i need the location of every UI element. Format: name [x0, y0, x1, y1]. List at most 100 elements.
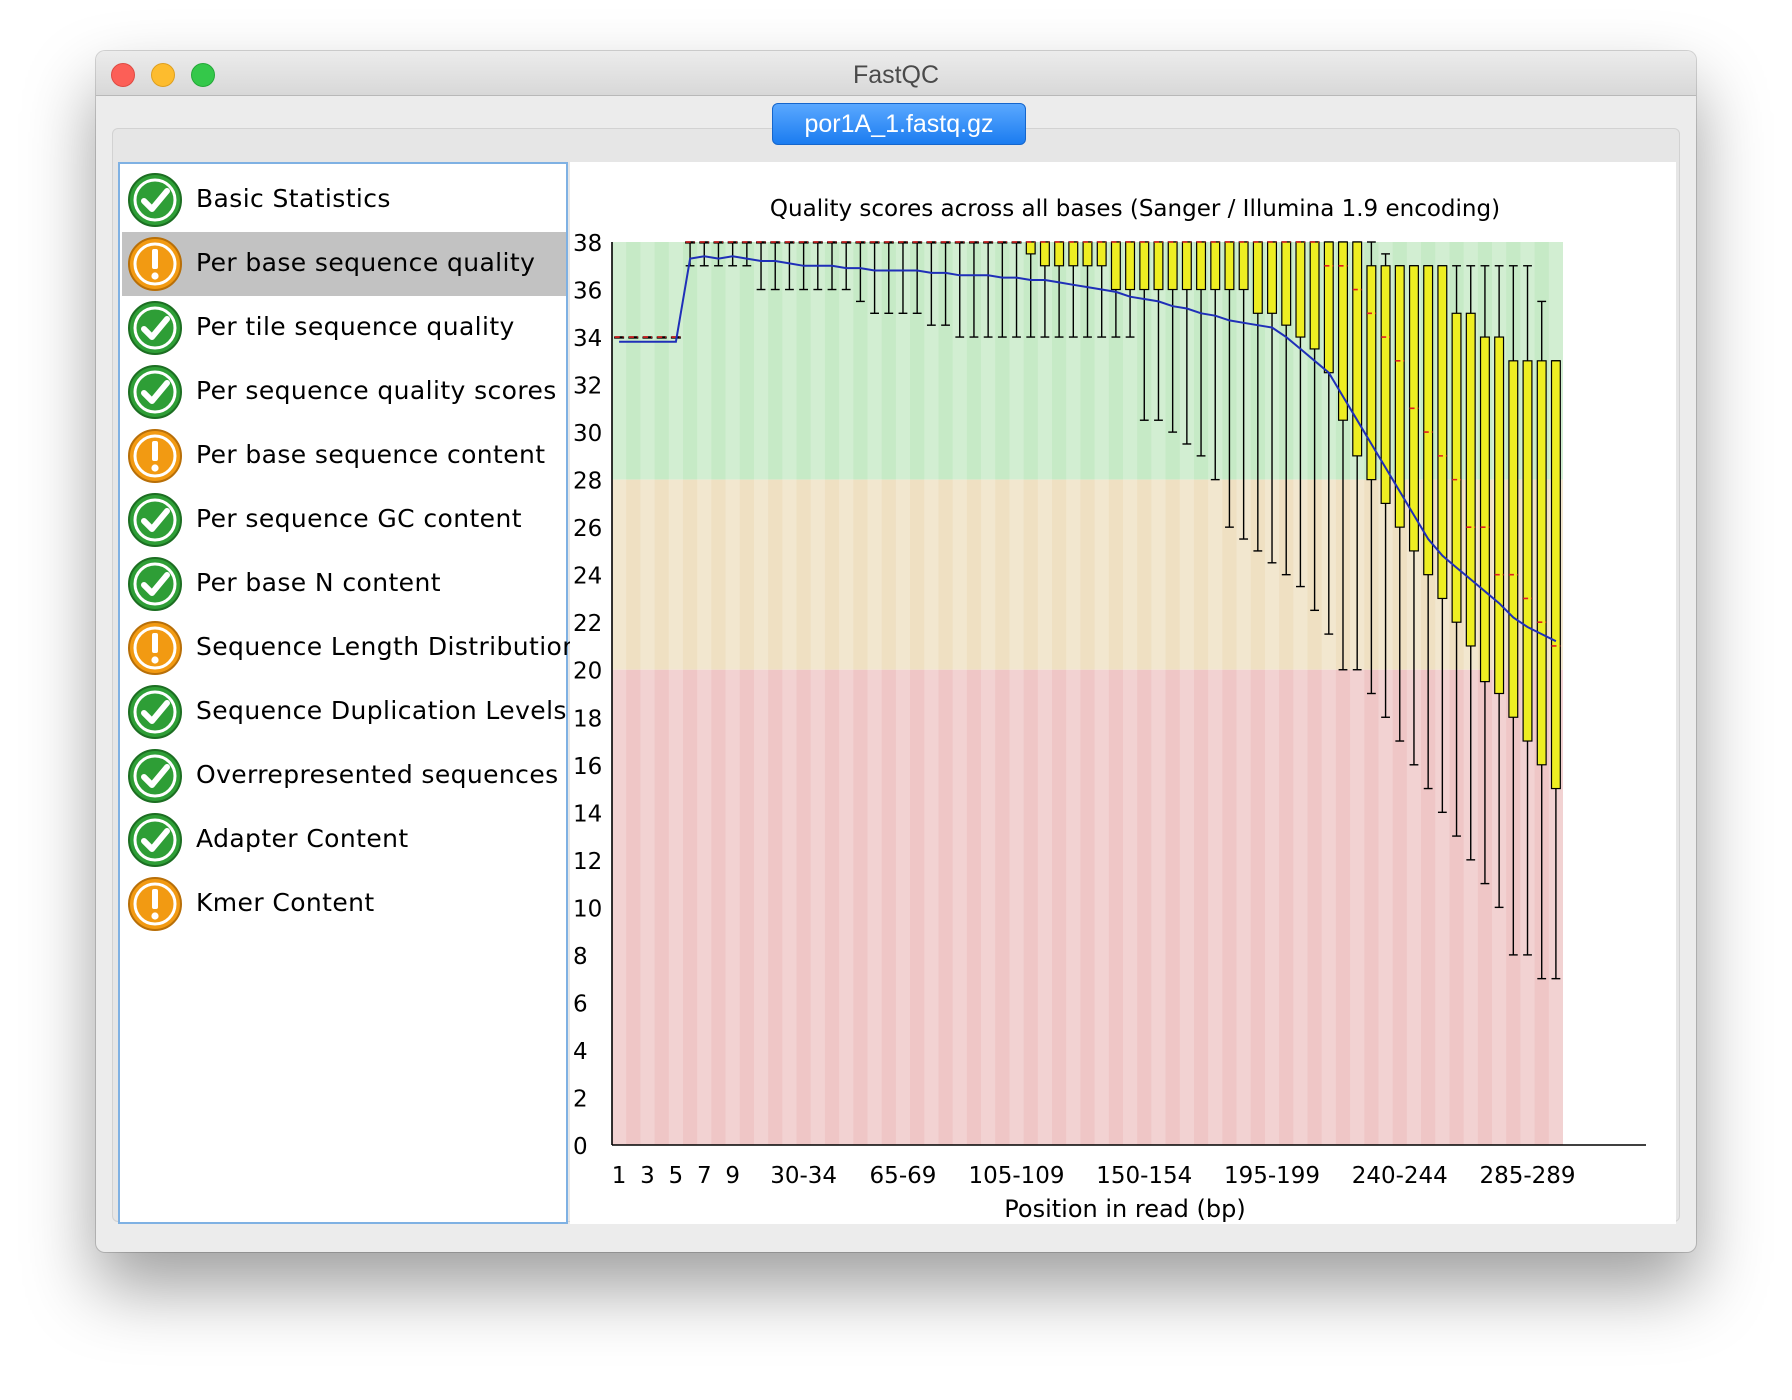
- box: [1550, 360, 1561, 790]
- x-tick-label: 195-199: [1224, 1163, 1320, 1189]
- box: [1423, 265, 1434, 576]
- box: [1309, 241, 1320, 350]
- y-tick-label: 30: [573, 421, 602, 447]
- y-tick-label: 4: [573, 1039, 588, 1065]
- module-item[interactable]: Basic Statistics: [122, 168, 566, 232]
- stripe: [952, 242, 967, 1145]
- module-item[interactable]: Overrepresented sequences: [122, 744, 566, 808]
- pass-check-icon: [127, 684, 183, 740]
- pass-check-icon: [127, 812, 183, 868]
- box: [1267, 241, 1278, 314]
- per-base-quality-chart: Quality scores across all bases (Sanger …: [573, 196, 1646, 1223]
- stripe: [1037, 242, 1053, 1145]
- box: [1295, 241, 1306, 338]
- x-tick-label: 240-244: [1352, 1163, 1448, 1189]
- stripe: [725, 242, 740, 1145]
- box: [1125, 241, 1136, 291]
- module-item[interactable]: Adapter Content: [122, 808, 566, 872]
- box: [1082, 241, 1093, 267]
- pass-check-icon: [127, 492, 183, 548]
- stripe: [895, 242, 911, 1145]
- module-item[interactable]: Per base sequence content: [122, 424, 566, 488]
- file-tab[interactable]: por1A_1.fastq.gz: [772, 103, 1026, 145]
- box: [1054, 241, 1065, 267]
- pass-check-icon: [127, 556, 183, 612]
- stripe: [668, 242, 683, 1145]
- pass-check-icon: [127, 748, 183, 804]
- y-tick-label: 34: [573, 326, 602, 352]
- box: [1181, 241, 1192, 291]
- module-label: Sequence Duplication Levels: [196, 696, 567, 725]
- module-item[interactable]: Per tile sequence quality: [122, 296, 566, 360]
- stripe: [753, 242, 769, 1145]
- box: [1096, 241, 1107, 267]
- stripe: [782, 242, 797, 1145]
- module-label: Per base sequence content: [196, 440, 546, 469]
- box: [1110, 241, 1121, 291]
- y-tick-label: 26: [573, 516, 602, 542]
- warning-icon: [127, 236, 183, 292]
- box: [1494, 336, 1505, 695]
- x-tick-label: 3: [640, 1163, 655, 1189]
- module-label: Adapter Content: [196, 824, 409, 853]
- stripe: [612, 242, 627, 1145]
- window-title: FastQC: [852, 61, 940, 89]
- module-item[interactable]: Sequence Duplication Levels: [122, 680, 566, 744]
- stripe: [924, 242, 939, 1145]
- module-label: Per base sequence quality: [196, 248, 536, 277]
- y-tick-label: 8: [573, 944, 588, 970]
- y-tick-label: 12: [573, 849, 602, 875]
- y-tick-label: 22: [573, 611, 602, 637]
- module-item[interactable]: Per sequence GC content: [122, 488, 566, 552]
- module-item[interactable]: Per base N content: [122, 552, 566, 616]
- box: [1536, 360, 1547, 766]
- stripe: [697, 242, 712, 1145]
- stripe: [1122, 242, 1138, 1145]
- module-item[interactable]: Per sequence quality scores: [122, 360, 566, 424]
- module-item[interactable]: Sequence Length Distribution: [122, 616, 578, 680]
- x-tick-label: 7: [697, 1163, 712, 1189]
- stripe: [981, 242, 996, 1145]
- y-tick-label: 2: [573, 1086, 588, 1112]
- box: [1337, 241, 1348, 421]
- x-tick-label: 30-34: [770, 1163, 837, 1189]
- module-item[interactable]: Per base sequence quality: [122, 232, 566, 296]
- y-tick-label: 14: [573, 801, 602, 827]
- x-tick-label: 5: [669, 1163, 684, 1189]
- module-list[interactable]: Basic Statistics Per base sequence qualit…: [118, 162, 578, 1224]
- box: [1281, 241, 1292, 326]
- chart-title: Quality scores across all bases (Sanger …: [770, 196, 1500, 222]
- pass-check-icon: [127, 364, 183, 420]
- box: [1323, 241, 1334, 374]
- module-item[interactable]: Kmer Content: [122, 872, 566, 936]
- pass-check-icon: [127, 300, 183, 356]
- box: [1210, 241, 1221, 291]
- y-tick-label: 28: [573, 469, 602, 495]
- pass-check-icon: [127, 172, 183, 228]
- box: [1025, 241, 1036, 255]
- stripe: [1009, 242, 1024, 1145]
- y-tick-label: 0: [573, 1134, 588, 1160]
- module-label: Per tile sequence quality: [196, 312, 515, 341]
- quality-graph-panel: Quality scores across all bases (Sanger …: [570, 162, 1676, 1224]
- module-label: Per base N content: [196, 568, 441, 597]
- stripe: [839, 242, 854, 1145]
- warning-icon: [127, 428, 183, 484]
- y-tick-label: 38: [573, 231, 602, 257]
- box: [1451, 312, 1462, 623]
- box: [1139, 241, 1150, 291]
- x-tick-label: 9: [725, 1163, 740, 1189]
- box: [1153, 241, 1164, 291]
- y-tick-label: 20: [573, 659, 602, 685]
- y-tick-label: 6: [573, 991, 588, 1017]
- box: [1465, 312, 1476, 647]
- box: [1437, 265, 1448, 600]
- title-bar[interactable]: FastQC: [96, 51, 1696, 96]
- x-tick-label: 285-289: [1479, 1163, 1575, 1189]
- module-label: Sequence Length Distribution: [196, 632, 579, 661]
- box: [1522, 360, 1533, 742]
- y-tick-label: 32: [573, 374, 602, 400]
- x-axis-label: Position in read (bp): [1004, 1195, 1245, 1223]
- module-label: Per sequence GC content: [196, 504, 522, 533]
- warning-icon: [127, 620, 183, 676]
